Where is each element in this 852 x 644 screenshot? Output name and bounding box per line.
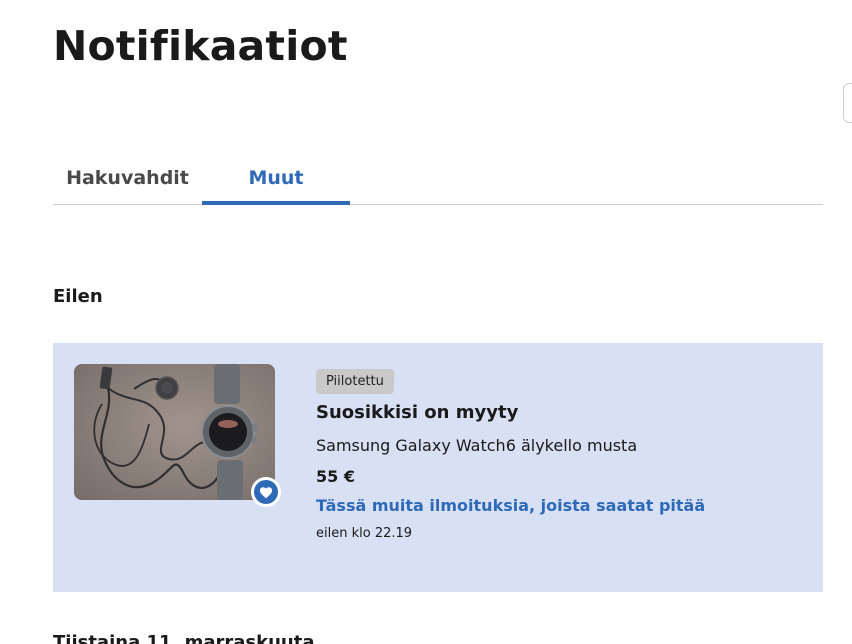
tab-hakuvahdit[interactable]: Hakuvahdit <box>53 150 202 204</box>
notification-title: Suosikkisi on myyty <box>316 402 519 423</box>
active-tab-indicator <box>202 201 350 205</box>
notifications-page: Notifikaatiot Hakuvahdit Muut Eilen Piil… <box>0 0 852 644</box>
tab-muut[interactable]: Muut <box>202 150 350 204</box>
section-heading-yesterday: Eilen <box>53 286 103 307</box>
tab-bar: Hakuvahdit Muut <box>53 150 823 205</box>
heart-icon <box>259 486 273 498</box>
notification-content: Piilotettu Suosikkisi on myyty Samsung G… <box>316 369 796 541</box>
notification-card[interactable]: Piilotettu Suosikkisi on myyty Samsung G… <box>53 343 823 592</box>
status-badge: Piilotettu <box>316 369 394 394</box>
smartwatch-photo <box>74 364 275 500</box>
similar-listings-link[interactable]: Tässä muita ilmoituksia, joista saatat p… <box>316 496 705 515</box>
notification-timestamp: eilen klo 22.19 <box>316 526 413 541</box>
notification-thumbnail[interactable] <box>74 364 281 507</box>
item-price: 55 € <box>316 467 355 486</box>
favorite-badge[interactable] <box>251 477 281 507</box>
section-heading-tuesday: Tiistaina 11. marraskuuta <box>53 632 315 644</box>
page-title: Notifikaatiot <box>53 22 348 70</box>
item-name: Samsung Galaxy Watch6 älykello musta <box>316 436 638 455</box>
side-panel-edge[interactable] <box>843 83 852 123</box>
